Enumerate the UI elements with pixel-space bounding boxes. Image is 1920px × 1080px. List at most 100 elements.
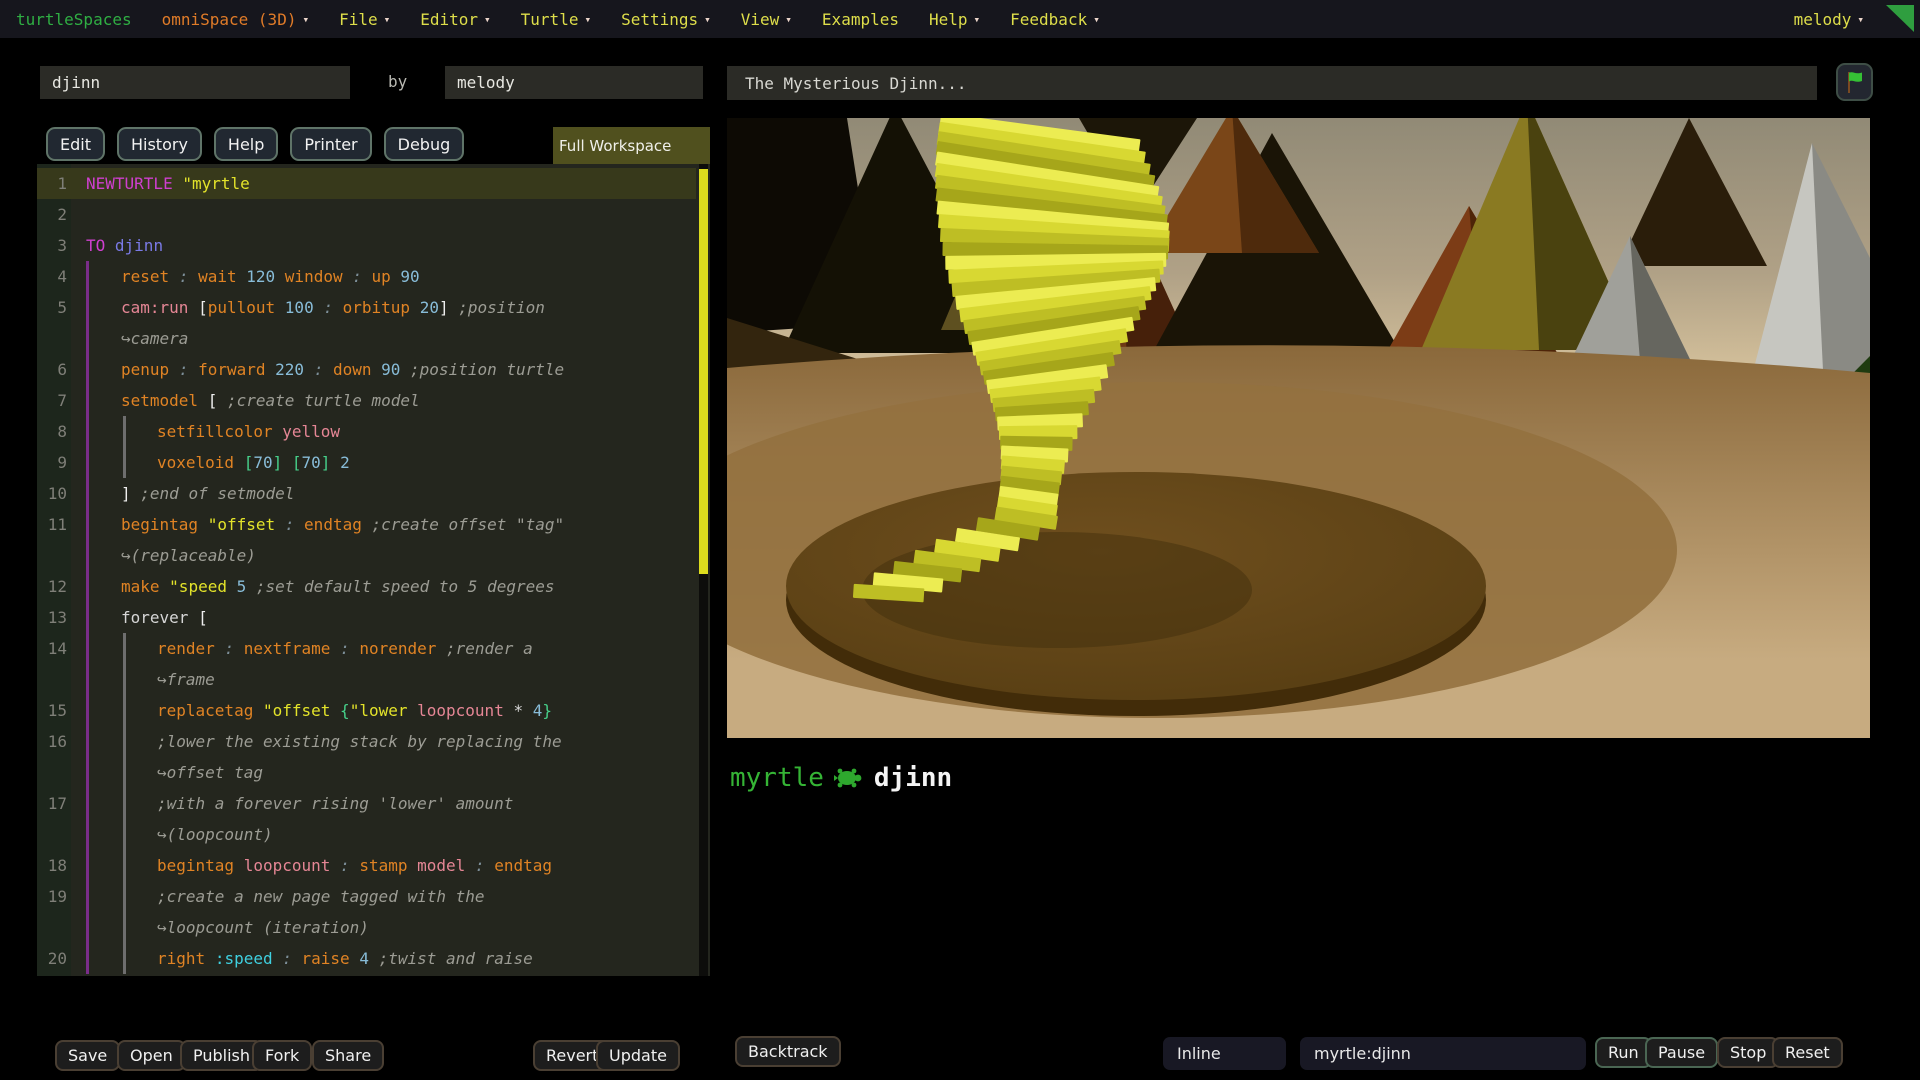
indent-guide — [86, 354, 89, 385]
indent-guide — [86, 447, 89, 478]
chevron-down-icon: ▾ — [302, 13, 309, 26]
run-button[interactable]: Run — [1595, 1037, 1652, 1068]
line-number: 2 — [37, 199, 67, 230]
chevron-down-icon: ▾ — [1857, 13, 1864, 26]
code-line: ↪(replaceable) — [37, 540, 696, 571]
menu-editor[interactable]: Editor▾ — [420, 10, 490, 29]
reset-button[interactable]: Reset — [1772, 1037, 1843, 1068]
indent-guide — [86, 788, 89, 819]
open-button[interactable]: Open — [117, 1040, 186, 1071]
user-name: melody — [1794, 10, 1852, 29]
backtrack-button[interactable]: Backtrack — [735, 1036, 841, 1067]
pause-button[interactable]: Pause — [1645, 1037, 1718, 1068]
code-line: 10] ;end of setmodel — [37, 478, 696, 509]
user-menu[interactable]: melody ▾ — [1794, 10, 1864, 29]
code-editor[interactable]: 1NEWTURTLE "myrtle23TO djinn4reset : wai… — [37, 164, 710, 976]
chevron-down-icon: ▾ — [704, 13, 711, 26]
indent-guide — [123, 757, 126, 788]
code-line: 7setmodel [ ;create turtle model — [37, 385, 696, 416]
tab-debug[interactable]: Debug — [384, 127, 465, 161]
app-logo: turtleSpaces — [16, 10, 132, 29]
code-line: 18begintag loopcount : stamp model : end… — [37, 850, 696, 881]
stop-button[interactable]: Stop — [1717, 1037, 1779, 1068]
3d-viewport[interactable] — [727, 118, 1870, 738]
code-line: 3TO djinn — [37, 230, 696, 261]
indent-guide — [123, 788, 126, 819]
indent-guide — [86, 726, 89, 757]
indent-guide — [123, 912, 126, 943]
menu-settings[interactable]: Settings▾ — [621, 10, 711, 29]
fork-button[interactable]: Fork — [252, 1040, 312, 1071]
indent-guide — [123, 633, 126, 664]
line-number: 13 — [37, 602, 67, 633]
save-button[interactable]: Save — [55, 1040, 120, 1071]
chevron-down-icon: ▾ — [974, 13, 981, 26]
publish-button[interactable]: Publish — [180, 1040, 263, 1071]
line-number: 6 — [37, 354, 67, 385]
author-input[interactable]: melody — [445, 66, 703, 99]
line-number: 19 — [37, 881, 67, 912]
code-line: 1NEWTURTLE "myrtle — [37, 168, 696, 199]
line-number: 8 — [37, 416, 67, 447]
indent-guide — [86, 478, 89, 509]
menu-file[interactable]: File▾ — [339, 10, 390, 29]
tab-edit[interactable]: Edit — [46, 127, 105, 161]
line-number: 12 — [37, 571, 67, 602]
indent-guide — [86, 571, 89, 602]
indent-guide — [86, 664, 89, 695]
menu-items: omniSpace (3D)▾ File▾ Editor▾ Turtle▾ Settin… — [162, 10, 1100, 29]
menu-examples[interactable]: Examples — [822, 10, 899, 29]
code-line: 8setfillcolor yellow — [37, 416, 696, 447]
editor-scrollbar-thumb[interactable] — [699, 169, 708, 574]
share-button[interactable]: Share — [312, 1040, 384, 1071]
code-line: 17;with a forever rising 'lower' amount — [37, 788, 696, 819]
tab-help[interactable]: Help — [214, 127, 278, 161]
indent-guide — [86, 261, 89, 292]
line-number: 18 — [37, 850, 67, 881]
menu-help[interactable]: Help▾ — [929, 10, 980, 29]
code-line: 11begintag "offset : endtag ;create offs… — [37, 509, 696, 540]
by-label: by — [388, 72, 407, 91]
line-number: 20 — [37, 943, 67, 974]
code-line: 12make "speed 5 ;set default speed to 5 … — [37, 571, 696, 602]
editor-tabs: Edit History Help Printer Debug — [46, 127, 464, 161]
menu-omnispace-3d[interactable]: omniSpace (3D)▾ — [162, 10, 309, 29]
indent-guide — [86, 943, 89, 974]
indent-guide — [123, 943, 126, 974]
menu-feedback[interactable]: Feedback▾ — [1010, 10, 1100, 29]
chevron-down-icon: ▾ — [785, 13, 792, 26]
line-number: 4 — [37, 261, 67, 292]
chevron-down-icon: ▾ — [384, 13, 391, 26]
code-line: ↪camera — [37, 323, 696, 354]
menu-turtle[interactable]: Turtle▾ — [521, 10, 591, 29]
chevron-down-icon: ▾ — [484, 13, 491, 26]
menu-view[interactable]: View▾ — [741, 10, 792, 29]
tab-printer[interactable]: Printer — [290, 127, 371, 161]
command-input[interactable]: myrtle:djinn — [1300, 1037, 1586, 1070]
code-line: 13forever [ — [37, 602, 696, 633]
turtle-name: myrtle — [730, 763, 824, 793]
chevron-down-icon: ▾ — [584, 13, 591, 26]
line-number: 15 — [37, 695, 67, 726]
turtle-icon — [834, 766, 864, 790]
inline-select[interactable]: Inline — [1163, 1037, 1286, 1070]
indent-guide — [123, 695, 126, 726]
indent-guide — [86, 292, 89, 323]
project-name-input[interactable]: djinn — [40, 66, 350, 99]
run-flag-button[interactable] — [1836, 63, 1873, 101]
indent-guide — [123, 447, 126, 478]
console-command: djinn — [874, 763, 952, 793]
indent-guide — [86, 912, 89, 943]
indent-guide — [86, 602, 89, 633]
line-number: 16 — [37, 726, 67, 757]
indent-guide — [86, 819, 89, 850]
corner-flag-icon — [1886, 5, 1914, 32]
tab-history[interactable]: History — [117, 127, 202, 161]
update-button[interactable]: Update — [596, 1040, 680, 1071]
indent-guide — [86, 509, 89, 540]
code-rows: 1NEWTURTLE "myrtle23TO djinn4reset : wai… — [37, 168, 696, 974]
indent-guide — [123, 664, 126, 695]
indent-guide — [86, 416, 89, 447]
line-number: 10 — [37, 478, 67, 509]
tab-full-workspace[interactable]: Full Workspace — [553, 127, 710, 164]
